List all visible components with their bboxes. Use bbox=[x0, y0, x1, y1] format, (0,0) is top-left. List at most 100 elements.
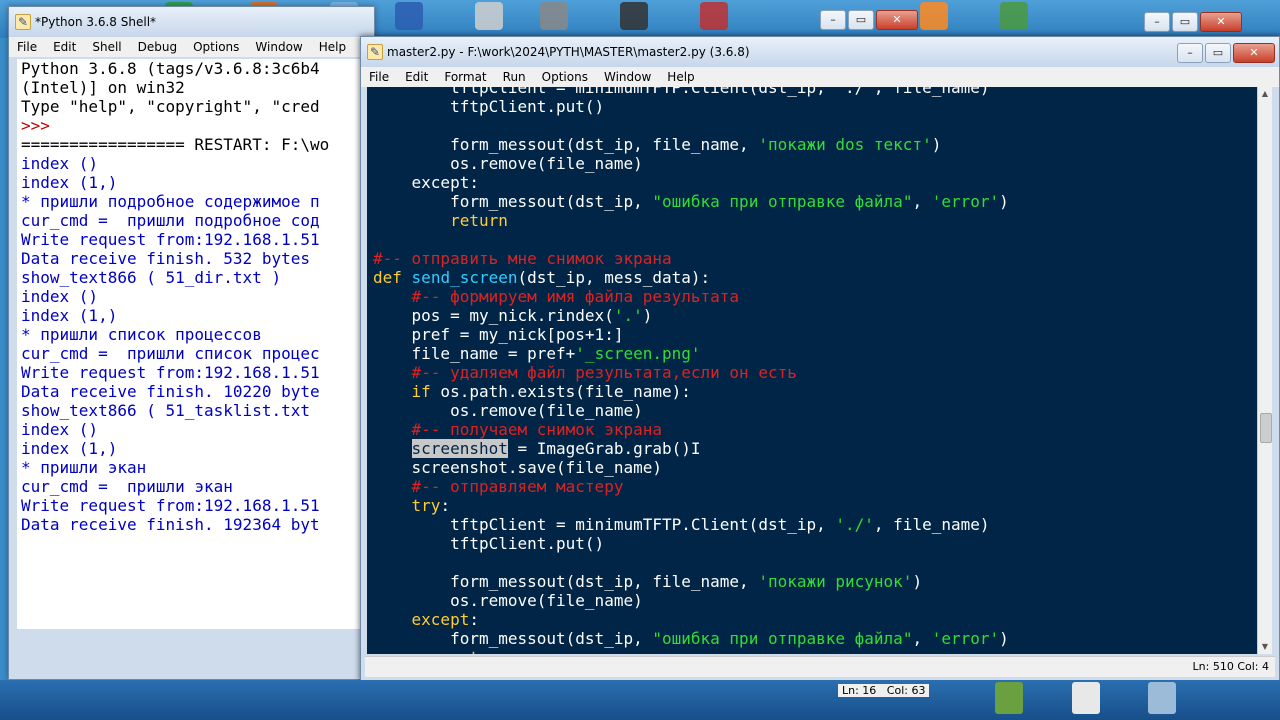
shell-line: Write request from:192.168.1.51 bbox=[21, 363, 320, 382]
menu-file[interactable]: File bbox=[361, 70, 397, 84]
scroll-up-arrow-icon[interactable]: ▲ bbox=[1258, 87, 1272, 101]
shell-line: * пришли список процессов bbox=[21, 325, 262, 344]
code-editor[interactable]: tftpClient = minimumTFTP.Client(dst_ip, … bbox=[367, 87, 1257, 654]
code-line: form_messout(dst_ip, "ошибка при отправк… bbox=[373, 629, 1009, 648]
menu-window[interactable]: Window bbox=[247, 40, 310, 54]
editor-minimize-button[interactable]: – bbox=[1177, 43, 1203, 63]
taskbar-document-icon[interactable] bbox=[1072, 682, 1100, 714]
shell-output[interactable]: Python 3.6.8 (tags/v3.6.8:3c6b4 (Intel)] … bbox=[17, 59, 360, 629]
bg-minimize-button[interactable]: – bbox=[1144, 12, 1170, 32]
shell-line: Data receive finish. 532 bytes bbox=[21, 249, 310, 268]
code-token: def bbox=[373, 268, 402, 287]
shell-line: Type "help", "copyright", "cred bbox=[21, 97, 320, 116]
code-line: screenshot = ImageGrab.grab()I bbox=[373, 439, 701, 458]
code-line: if os.path.exists(file_name): bbox=[373, 382, 691, 401]
python-icon: ✎ bbox=[15, 14, 31, 30]
code-token: ) bbox=[912, 572, 923, 591]
shell-maximize-button[interactable]: ▭ bbox=[848, 10, 874, 30]
code-token: , bbox=[912, 192, 932, 211]
code-token: pos = my_nick.rindex( bbox=[373, 306, 614, 325]
desktop-icon[interactable] bbox=[540, 2, 568, 30]
editor-titlebar[interactable]: ✎ master2.py - F:\work\2024\PYTH\MASTER\… bbox=[361, 37, 1279, 67]
code-token: : bbox=[469, 173, 479, 192]
shell-titlebar[interactable]: ✎ *Python 3.6.8 Shell* bbox=[9, 7, 374, 37]
code-line: form_messout(dst_ip, file_name, 'покажи … bbox=[373, 572, 922, 591]
shell-line: index () bbox=[21, 154, 99, 173]
code-token: try bbox=[411, 496, 441, 515]
desktop-icon[interactable] bbox=[475, 2, 503, 30]
editor-statusbar: Ln: 510 Col: 4 bbox=[365, 656, 1275, 677]
code-token: '.' bbox=[613, 306, 643, 325]
code-line: #-- формируем имя файла результата bbox=[373, 287, 740, 306]
taskbar-app-icon[interactable] bbox=[995, 682, 1023, 714]
editor-window-frame: ✎ master2.py - F:\work\2024\PYTH\MASTER\… bbox=[360, 36, 1280, 682]
code-token: pref = my_nick[pos+1:] bbox=[373, 325, 624, 344]
editor-maximize-button[interactable]: ▭ bbox=[1205, 43, 1231, 63]
code-token: , bbox=[912, 629, 932, 648]
editor-scrollbar[interactable]: ▲ ▼ bbox=[1257, 87, 1272, 654]
menu-run[interactable]: Run bbox=[495, 70, 534, 84]
code-token: #-- формируем имя файла результата bbox=[411, 287, 740, 306]
taskbar-network-icon[interactable] bbox=[1148, 682, 1176, 714]
code-line: #-- получаем снимок экрана bbox=[373, 420, 662, 439]
menu-edit[interactable]: Edit bbox=[397, 70, 436, 84]
code-token: './' bbox=[835, 515, 874, 534]
shell-line: Python 3.6.8 (tags/v3.6.8:3c6b4 bbox=[21, 59, 320, 78]
menu-shell[interactable]: Shell bbox=[84, 40, 129, 54]
desktop-icon[interactable] bbox=[920, 2, 948, 30]
bg-close-button[interactable]: ✕ bbox=[1200, 12, 1242, 32]
code-token: os.remove(file_name) bbox=[373, 591, 643, 610]
desktop-icon[interactable] bbox=[1000, 2, 1028, 30]
code-token: ) bbox=[931, 135, 942, 154]
menu-format[interactable]: Format bbox=[436, 70, 494, 84]
code-token: form_messout(dst_ip, file_name, bbox=[373, 135, 759, 154]
code-token: : bbox=[469, 610, 479, 629]
desktop-icon[interactable] bbox=[395, 2, 423, 30]
code-token: ) bbox=[999, 192, 1009, 211]
shell-line: index () bbox=[21, 420, 99, 439]
editor-close-button[interactable]: ✕ bbox=[1233, 43, 1275, 63]
code-token: os.remove(file_name) bbox=[373, 154, 643, 173]
menu-options[interactable]: Options bbox=[185, 40, 247, 54]
code-token: tftpClient.put() bbox=[373, 97, 605, 116]
shell-line: cur_cmd = пришли экан bbox=[21, 477, 233, 496]
editor-menubar: File Edit Format Run Options Window Help bbox=[361, 67, 1279, 87]
code-token: 'error' bbox=[931, 192, 1000, 211]
menu-options[interactable]: Options bbox=[534, 70, 596, 84]
menu-help[interactable]: Help bbox=[659, 70, 702, 84]
menu-window[interactable]: Window bbox=[596, 70, 659, 84]
code-line: os.remove(file_name) bbox=[373, 401, 643, 420]
menu-debug[interactable]: Debug bbox=[130, 40, 185, 54]
scroll-down-arrow-icon[interactable]: ▼ bbox=[1258, 640, 1272, 654]
code-token: 'покажи dos текст' bbox=[758, 135, 932, 154]
code-token: #-- отправляем мастеру bbox=[411, 477, 624, 496]
menu-file[interactable]: File bbox=[9, 40, 45, 54]
shell-line: Write request from:192.168.1.51 bbox=[21, 496, 320, 515]
shell-minimize-button[interactable]: – bbox=[820, 10, 846, 30]
code-line: tftpClient = minimumTFTP.Client(dst_ip, … bbox=[373, 87, 989, 97]
desktop-icon[interactable] bbox=[620, 2, 648, 30]
bg-maximize-button[interactable]: ▭ bbox=[1172, 12, 1198, 32]
code-line: pref = my_nick[pos+1:] bbox=[373, 325, 624, 344]
code-token: form_messout(dst_ip, file_name, bbox=[373, 572, 759, 591]
shell-line: index () bbox=[21, 287, 99, 306]
menu-help[interactable]: Help bbox=[311, 40, 354, 54]
shell-line: index (1,) bbox=[21, 173, 118, 192]
code-token: file_name = pref+ bbox=[373, 344, 576, 363]
shell-cursor-position: Ln: 16 Col: 63 bbox=[838, 684, 930, 697]
code-line: pos = my_nick.rindex('.') bbox=[373, 306, 653, 325]
menu-edit[interactable]: Edit bbox=[45, 40, 84, 54]
code-line: except: bbox=[373, 173, 479, 192]
shell-close-button[interactable]: ✕ bbox=[876, 10, 918, 30]
desktop-icon[interactable] bbox=[700, 2, 728, 30]
scroll-thumb[interactable] bbox=[1260, 413, 1272, 443]
code-token: 'покажи рисунок' bbox=[758, 572, 913, 591]
code-token: #-- удаляем файл результата,если он есть bbox=[411, 363, 797, 382]
code-token: return bbox=[450, 648, 508, 654]
code-token: (dst_ip, mess_data): bbox=[517, 268, 711, 287]
